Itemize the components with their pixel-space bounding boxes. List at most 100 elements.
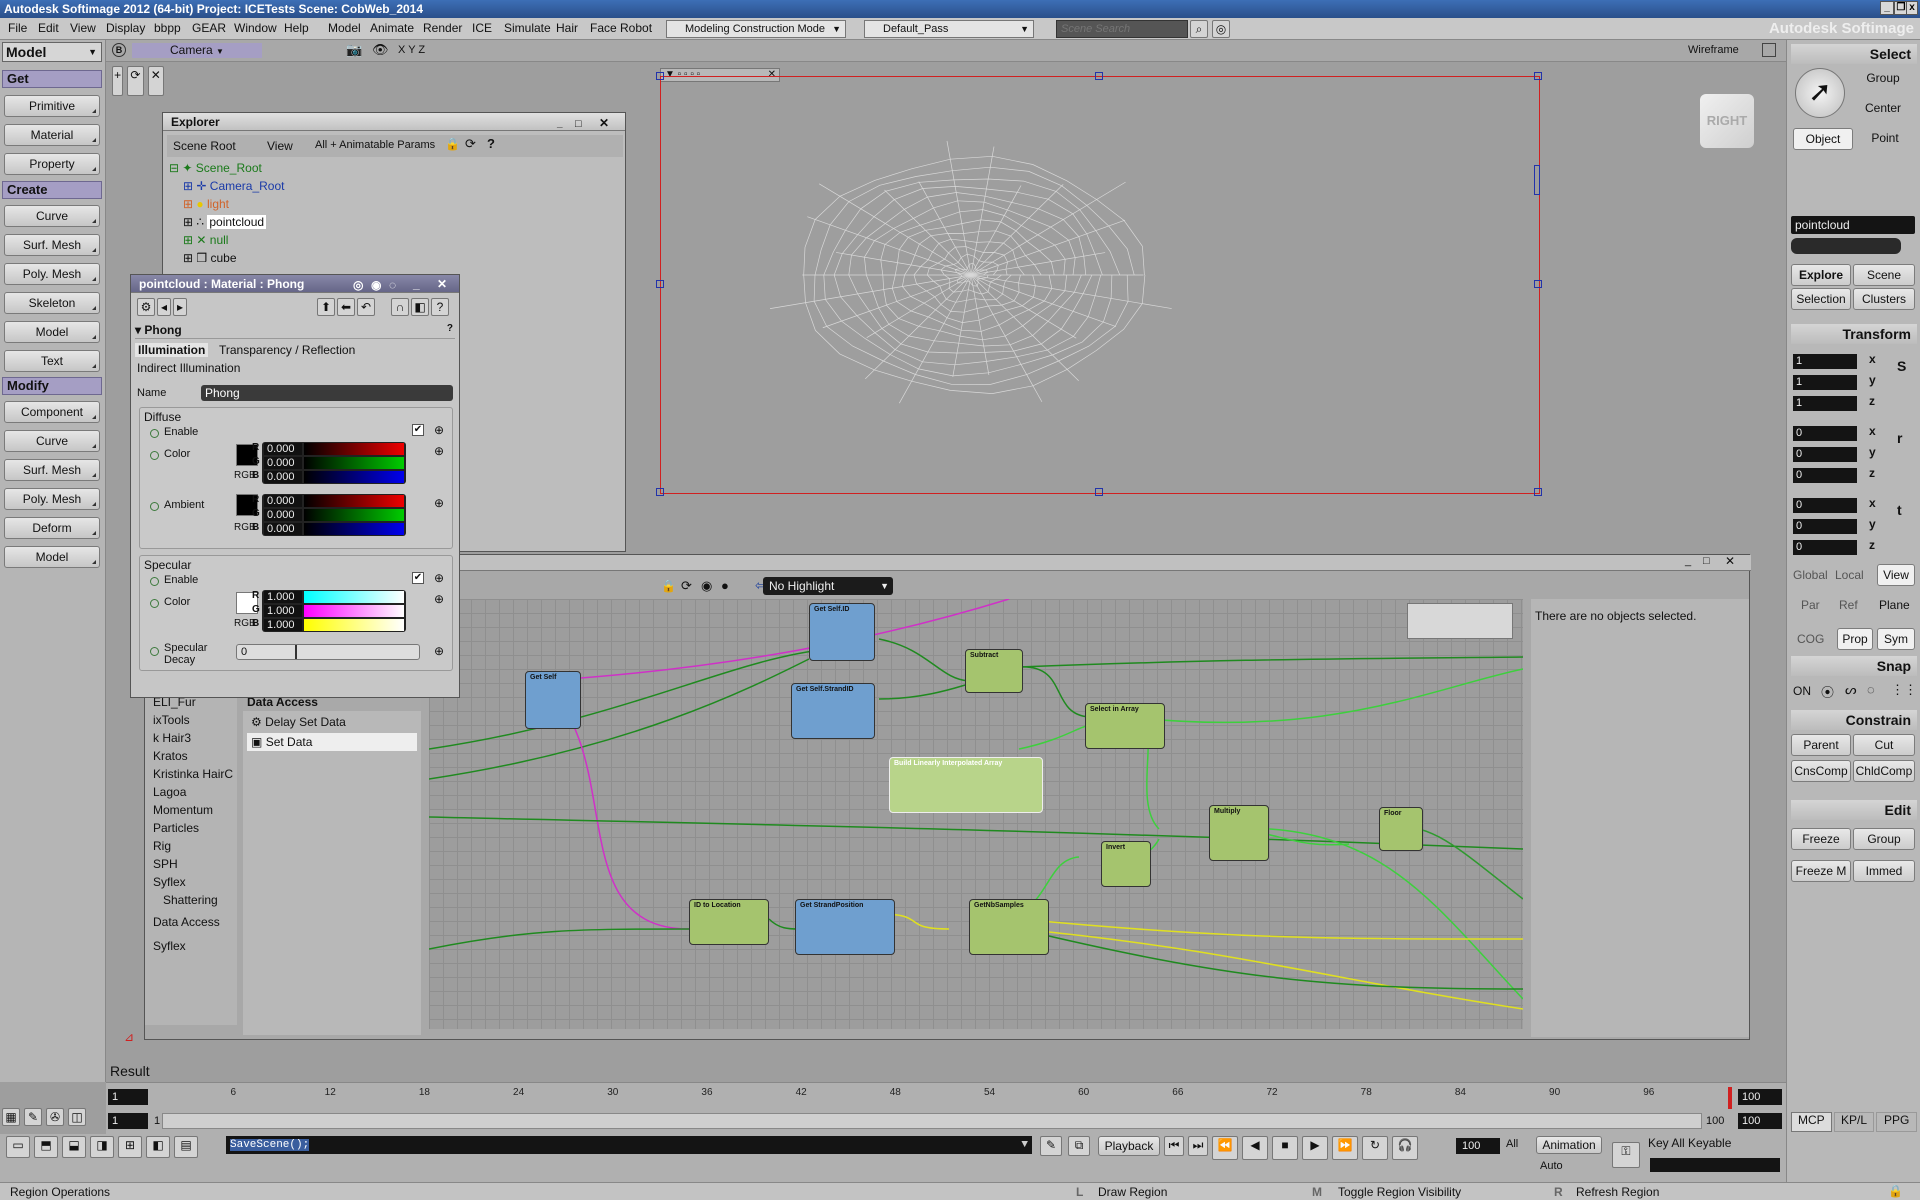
record-icon[interactable]: ◉	[701, 578, 712, 594]
g-slider[interactable]	[304, 509, 404, 521]
film-tool-icon[interactable]: ✇	[46, 1108, 64, 1126]
modify-poly-mesh-button[interactable]: Poly. Mesh	[4, 488, 100, 510]
menu-ice[interactable]: ICE	[472, 21, 492, 35]
prop-toggle[interactable]: Prop	[1837, 628, 1873, 650]
snap-grid-icon[interactable]: ⋮⋮	[1891, 682, 1917, 698]
node-subtract[interactable]: Subtract	[965, 649, 1023, 693]
next-key-icon[interactable]: ⏭	[1188, 1136, 1208, 1156]
preset-icon[interactable]: ◎	[353, 276, 363, 294]
node-getnbsamples[interactable]: GetNbSamples	[969, 899, 1049, 955]
keying-set-field[interactable]	[1650, 1158, 1780, 1172]
translate-z-field[interactable]: 0	[1793, 540, 1857, 555]
brush-tool-icon[interactable]: ✎	[24, 1108, 42, 1126]
create-surf-mesh-button[interactable]: Surf. Mesh	[4, 234, 100, 256]
primitive-button[interactable]: Primitive	[4, 95, 100, 117]
menu-animate[interactable]: Animate	[370, 21, 414, 35]
tree-item-light[interactable]: ⊞ ● light	[183, 197, 229, 211]
refresh-icon[interactable]: ⟳	[465, 136, 476, 152]
node-get-self-id[interactable]: Get Self.ID	[809, 603, 875, 661]
chevron-down-icon[interactable]: ▼	[1021, 1136, 1028, 1154]
specular-g-value[interactable]: 1.000	[264, 605, 302, 617]
selection-handle[interactable]	[656, 280, 664, 288]
property-button[interactable]: Property	[4, 153, 100, 175]
maximize-icon[interactable]: □	[1703, 555, 1710, 567]
auto-key-toggle[interactable]: Auto	[1540, 1160, 1563, 1172]
specular-r-value[interactable]: 1.000	[264, 591, 302, 603]
tab-illumination[interactable]: Illumination	[135, 343, 209, 357]
help-icon[interactable]: ?	[487, 136, 495, 151]
animation-menu[interactable]: Animation	[1536, 1136, 1602, 1154]
r-slider[interactable]	[304, 495, 404, 507]
node-multiply[interactable]: Multiply	[1209, 805, 1269, 861]
connect-icon[interactable]: ⊕	[434, 644, 444, 658]
edit-header[interactable]: Edit	[1791, 800, 1917, 820]
key-icon[interactable]: ⚿	[1612, 1142, 1640, 1168]
menu-hair[interactable]: Hair	[556, 21, 578, 35]
node-invert[interactable]: Invert	[1101, 841, 1151, 887]
close-view-icon[interactable]: ✕	[147, 66, 164, 96]
maximize-viewport-icon[interactable]	[1762, 43, 1776, 57]
snap-point-icon[interactable]: ⦿	[1821, 682, 1834, 701]
phong-section-header[interactable]: ▾ Phong?	[135, 323, 455, 339]
snap-on-toggle[interactable]: ON	[1793, 684, 1811, 698]
animation-dot-icon[interactable]	[150, 502, 159, 511]
menu-help[interactable]: Help	[284, 21, 309, 35]
lock-icon[interactable]: ◉	[371, 276, 381, 294]
specular-decay-slider[interactable]: 0	[236, 644, 420, 660]
ref-plane[interactable]: Plane	[1879, 598, 1910, 612]
back-icon[interactable]: ◂	[157, 298, 171, 316]
layout-single-icon[interactable]: ▭	[6, 1136, 30, 1158]
search-options-icon[interactable]: ◎	[1212, 20, 1230, 38]
ref-par[interactable]: Par	[1801, 598, 1820, 612]
node-get-self-strandid[interactable]: Get Self.StrandID	[791, 683, 875, 739]
selection-filter[interactable]	[1791, 238, 1901, 254]
modify-model-button[interactable]: Model	[4, 546, 100, 568]
scope-menu[interactable]: Scene Root	[173, 139, 236, 153]
revert-icon[interactable]: ↶	[357, 298, 375, 316]
clapboard-icon[interactable]: ⧉	[1068, 1136, 1090, 1156]
preset-item[interactable]: Lagoa	[153, 785, 186, 799]
create-curve-button[interactable]: Curve	[4, 205, 100, 227]
freeze-m-button[interactable]: Freeze M	[1791, 860, 1851, 882]
highlight-select[interactable]: No Highlight ▼	[763, 577, 893, 595]
specular-enable-checkbox[interactable]: ✔	[412, 572, 424, 584]
preset-item[interactable]: Syflex	[153, 939, 186, 953]
ref-ref[interactable]: Ref	[1839, 598, 1858, 612]
menu-face-robot[interactable]: Face Robot	[590, 21, 652, 35]
tree-item-camera-root[interactable]: ⊞ ✛ Camera_Root	[183, 179, 284, 193]
parent-button[interactable]: Parent	[1791, 734, 1851, 756]
axis-x-label[interactable]: x	[1869, 424, 1876, 438]
stop-icon[interactable]: ■	[1272, 1136, 1298, 1160]
axis-x-label[interactable]: x	[1869, 496, 1876, 510]
scale-tool-icon[interactable]: S	[1897, 358, 1906, 374]
deform-button[interactable]: Deform	[4, 517, 100, 539]
selection-button[interactable]: Selection	[1791, 288, 1851, 310]
loop-icon[interactable]: ↻	[1362, 1136, 1388, 1160]
node-build-interpolated-array[interactable]: Build Linearly Interpolated Array	[889, 757, 1043, 813]
minimize-icon[interactable]: _	[557, 115, 563, 133]
minimize-icon[interactable]: _	[413, 275, 420, 293]
rotate-x-field[interactable]: 0	[1793, 426, 1857, 441]
transform-header[interactable]: Transform	[1791, 324, 1917, 344]
freeze-button[interactable]: Freeze	[1791, 828, 1851, 850]
play-backward-icon[interactable]: ◀	[1242, 1136, 1268, 1160]
ambient-color-sliders[interactable]: R G B 0.000 0.000 0.000	[252, 494, 406, 536]
scene-button[interactable]: Scene	[1853, 264, 1915, 286]
eye-icon[interactable]: 👁	[372, 42, 389, 58]
selection-handle[interactable]	[656, 488, 664, 496]
preset-item[interactable]: Shattering	[163, 893, 218, 907]
scale-y-field[interactable]: 1	[1793, 375, 1857, 390]
translate-y-field[interactable]: 0	[1793, 519, 1857, 534]
connect-icon[interactable]: ⊕	[434, 571, 444, 585]
tree-item-scene-root[interactable]: ⊟ ✦ Scene_Root	[169, 161, 262, 175]
menu-view[interactable]: View	[70, 21, 96, 35]
camera-select[interactable]: Camera ▼	[132, 43, 262, 58]
text-button[interactable]: Text	[4, 350, 100, 372]
preset-delay-set-data[interactable]: ⚙ Delay Set Data	[251, 715, 346, 729]
range-slider[interactable]	[162, 1113, 1702, 1129]
lock-icon[interactable]: 🔒	[1888, 1184, 1903, 1198]
layout-split-icon[interactable]: ◧	[146, 1136, 170, 1158]
tab-kpl[interactable]: KP/L	[1833, 1112, 1875, 1132]
select-point-button[interactable]: Point	[1855, 128, 1915, 150]
modify-curve-button[interactable]: Curve	[4, 430, 100, 452]
